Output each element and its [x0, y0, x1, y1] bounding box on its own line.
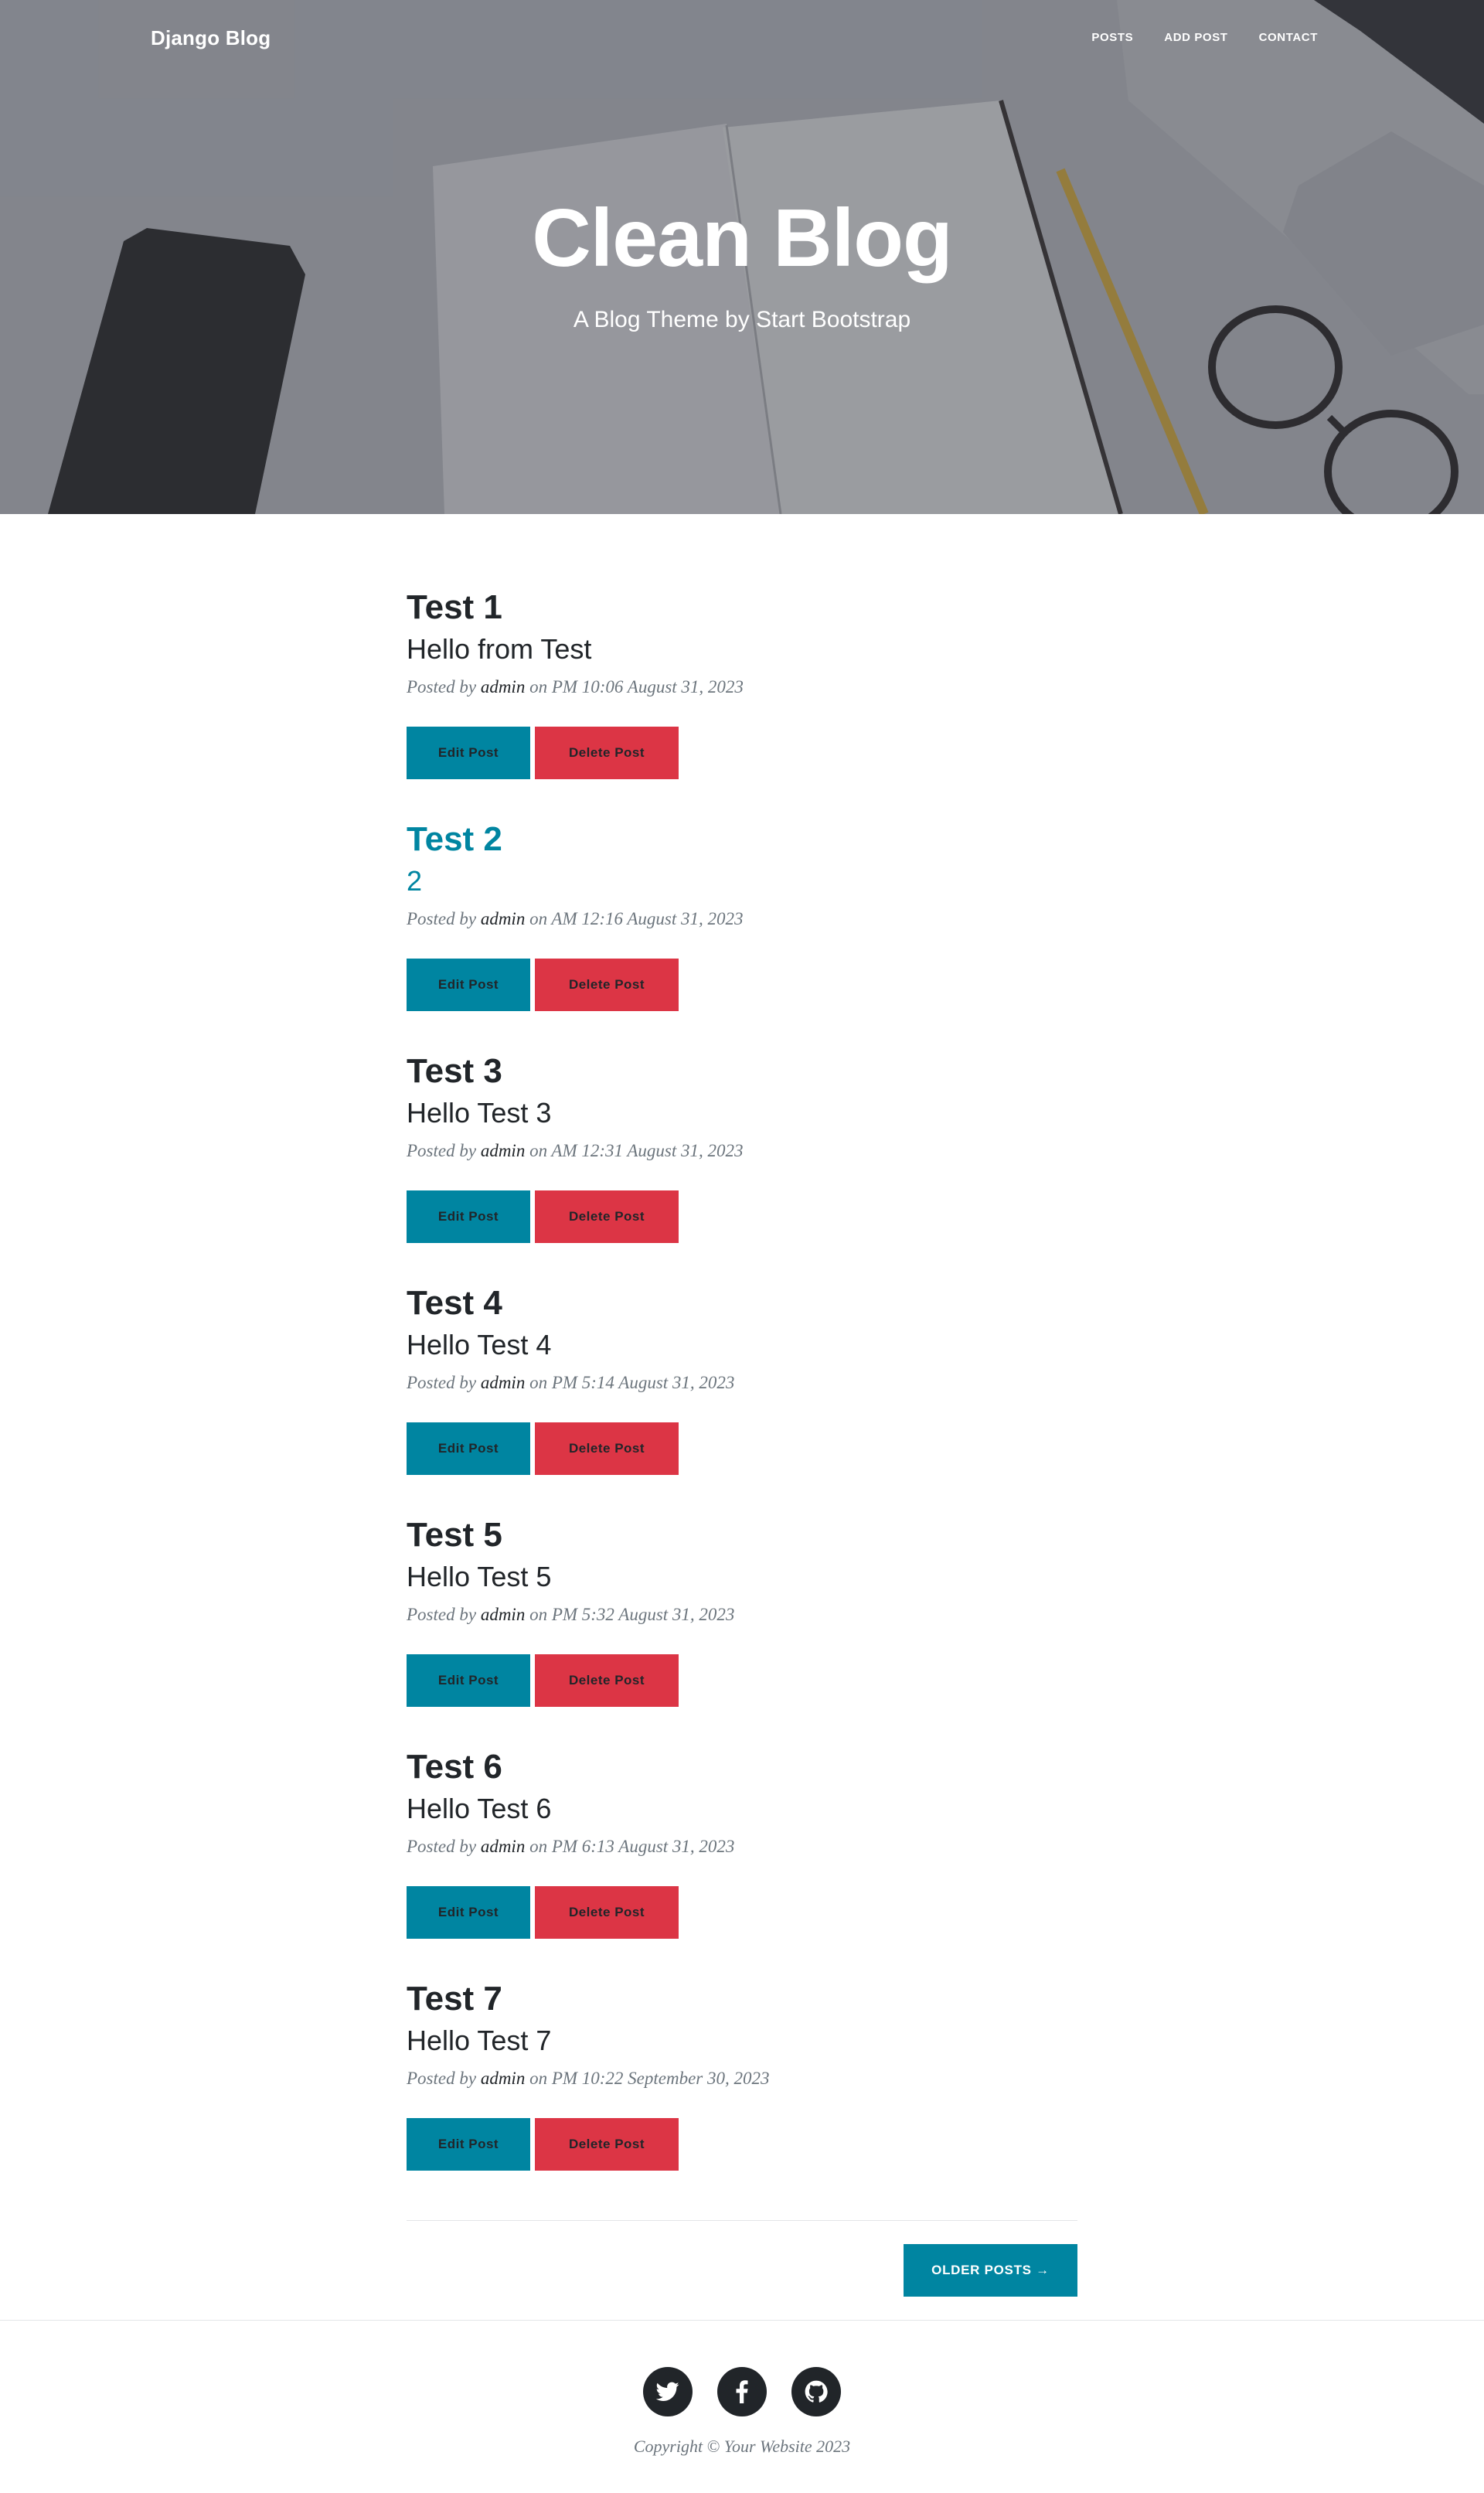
delete-post-button[interactable]: Delete Post: [535, 1885, 679, 1939]
meta-on: on: [529, 676, 548, 696]
facebook-icon[interactable]: [717, 2367, 767, 2416]
meta-on: on: [529, 1836, 548, 1856]
pager: Older Posts →: [407, 2244, 1077, 2297]
post-meta: Posted by admin on PM 5:32 August 31, 20…: [407, 1605, 1077, 1625]
footer: Copyright © Your Website 2023: [0, 2320, 1484, 2484]
post-date: PM 5:32 August 31, 2023: [551, 1604, 735, 1624]
divider: [407, 2220, 1077, 2221]
post-title-link[interactable]: Test 4: [407, 1283, 1077, 1324]
nav-link-posts[interactable]: Posts: [1091, 31, 1133, 44]
post-title-link[interactable]: Test 7: [407, 1979, 1077, 2020]
edit-post-button[interactable]: Edit Post: [407, 1653, 530, 1707]
post-actions: Edit Post Delete Post: [407, 1653, 1077, 1707]
post-preview: Test 4 Hello Test 4 Posted by admin on P…: [407, 1283, 1077, 1515]
edit-post-button[interactable]: Edit Post: [407, 958, 530, 1011]
post-subtitle: Hello Test 3: [407, 1096, 552, 1129]
post-preview: Test 1 Hello from Test Posted by admin o…: [407, 587, 1077, 819]
post-author: admin: [480, 1604, 526, 1624]
post-actions: Edit Post Delete Post: [407, 726, 1077, 779]
post-author: admin: [480, 908, 526, 928]
post-meta: Posted by admin on PM 6:13 August 31, 20…: [407, 1837, 1077, 1857]
edit-post-button[interactable]: Edit Post: [407, 1190, 530, 1243]
post-preview: Test 7 Hello Test 7 Posted by admin on P…: [407, 1979, 1077, 2211]
edit-post-button[interactable]: Edit Post: [407, 726, 530, 779]
navbar: Django Blog Posts Add Post Contact: [0, 0, 1484, 77]
post-title-link[interactable]: Test 1: [407, 587, 1077, 628]
post-author: admin: [480, 1836, 526, 1856]
post-subtitle: Hello Test 7: [407, 2024, 552, 2056]
delete-post-button[interactable]: Delete Post: [535, 726, 679, 779]
edit-post-button[interactable]: Edit Post: [407, 2117, 530, 2171]
delete-post-button[interactable]: Delete Post: [535, 1653, 679, 1707]
post-preview: Test 3 Hello Test 3 Posted by admin on A…: [407, 1051, 1077, 1283]
site-title: Clean Blog: [532, 192, 953, 284]
meta-on: on: [529, 1140, 548, 1160]
post-meta: Posted by admin on AM 12:16 August 31, 2…: [407, 909, 1077, 929]
delete-post-button[interactable]: Delete Post: [535, 2117, 679, 2171]
post-preview: Test 6 Hello Test 6 Posted by admin on P…: [407, 1747, 1077, 1979]
meta-prefix: Posted by: [407, 908, 477, 928]
post-title-link[interactable]: Test 2: [407, 819, 1077, 860]
post-subtitle: Hello Test 6: [407, 1792, 552, 1824]
twitter-icon[interactable]: [643, 2367, 693, 2416]
copyright-text: Copyright © Your Website 2023: [633, 2437, 851, 2456]
post-actions: Edit Post Delete Post: [407, 1190, 1077, 1243]
brand-link[interactable]: Django Blog: [151, 26, 271, 50]
post-title-link[interactable]: Test 5: [407, 1515, 1077, 1556]
post-meta: Posted by admin on AM 12:31 August 31, 2…: [407, 1141, 1077, 1161]
post-title-link[interactable]: Test 3: [407, 1051, 1077, 1092]
meta-prefix: Posted by: [407, 1372, 477, 1392]
post-actions: Edit Post Delete Post: [407, 2117, 1077, 2171]
meta-prefix: Posted by: [407, 1836, 477, 1856]
nav-link-contact[interactable]: Contact: [1259, 31, 1318, 44]
post-meta: Posted by admin on PM 10:06 August 31, 2…: [407, 677, 1077, 697]
post-author: admin: [480, 2068, 526, 2088]
post-author: admin: [480, 1140, 526, 1160]
meta-prefix: Posted by: [407, 1604, 477, 1624]
post-author: admin: [480, 1372, 526, 1392]
post-subtitle: Hello Test 5: [407, 1560, 552, 1592]
post-author: admin: [480, 676, 526, 696]
site-subtitle: A Blog Theme by Start Bootstrap: [573, 307, 911, 332]
nav-link-add-post[interactable]: Add Post: [1164, 31, 1227, 44]
masthead: Django Blog Posts Add Post Contact Clean…: [0, 0, 1484, 514]
post-title-link[interactable]: Test 6: [407, 1747, 1077, 1788]
post-actions: Edit Post Delete Post: [407, 1885, 1077, 1939]
nav-links: Posts Add Post Contact: [1091, 31, 1318, 44]
meta-prefix: Posted by: [407, 1140, 477, 1160]
post-date: PM 5:14 August 31, 2023: [551, 1372, 735, 1392]
post-preview: Test 2 2 Posted by admin on AM 12:16 Aug…: [407, 819, 1077, 1051]
post-meta: Posted by admin on PM 10:22 September 30…: [407, 2069, 1077, 2089]
post-date: PM 6:13 August 31, 2023: [551, 1836, 735, 1856]
post-subtitle: 2: [407, 864, 423, 897]
meta-on: on: [529, 908, 548, 928]
meta-on: on: [529, 1604, 548, 1624]
post-meta: Posted by admin on PM 5:14 August 31, 20…: [407, 1373, 1077, 1393]
post-subtitle: Hello from Test: [407, 632, 592, 665]
post-date: AM 12:31 August 31, 2023: [551, 1140, 744, 1160]
post-subtitle: Hello Test 4: [407, 1328, 552, 1361]
meta-prefix: Posted by: [407, 676, 477, 696]
meta-prefix: Posted by: [407, 2068, 477, 2088]
post-date: AM 12:16 August 31, 2023: [551, 908, 744, 928]
meta-on: on: [529, 1372, 548, 1392]
post-preview: Test 5 Hello Test 5 Posted by admin on P…: [407, 1515, 1077, 1747]
delete-post-button[interactable]: Delete Post: [535, 1190, 679, 1243]
delete-post-button[interactable]: Delete Post: [535, 1422, 679, 1475]
meta-on: on: [529, 2068, 548, 2088]
edit-post-button[interactable]: Edit Post: [407, 1422, 530, 1475]
post-actions: Edit Post Delete Post: [407, 958, 1077, 1011]
post-list: Test 1 Hello from Test Posted by admin o…: [407, 514, 1077, 2211]
site-heading: Clean Blog A Blog Theme by Start Bootstr…: [0, 197, 1484, 333]
post-date: PM 10:22 September 30, 2023: [551, 2068, 770, 2088]
older-posts-button[interactable]: Older Posts →: [904, 2244, 1077, 2297]
edit-post-button[interactable]: Edit Post: [407, 1885, 530, 1939]
social-links: [0, 2367, 1484, 2416]
github-icon[interactable]: [791, 2367, 841, 2416]
post-actions: Edit Post Delete Post: [407, 1422, 1077, 1475]
post-date: PM 10:06 August 31, 2023: [551, 676, 744, 696]
delete-post-button[interactable]: Delete Post: [535, 958, 679, 1011]
